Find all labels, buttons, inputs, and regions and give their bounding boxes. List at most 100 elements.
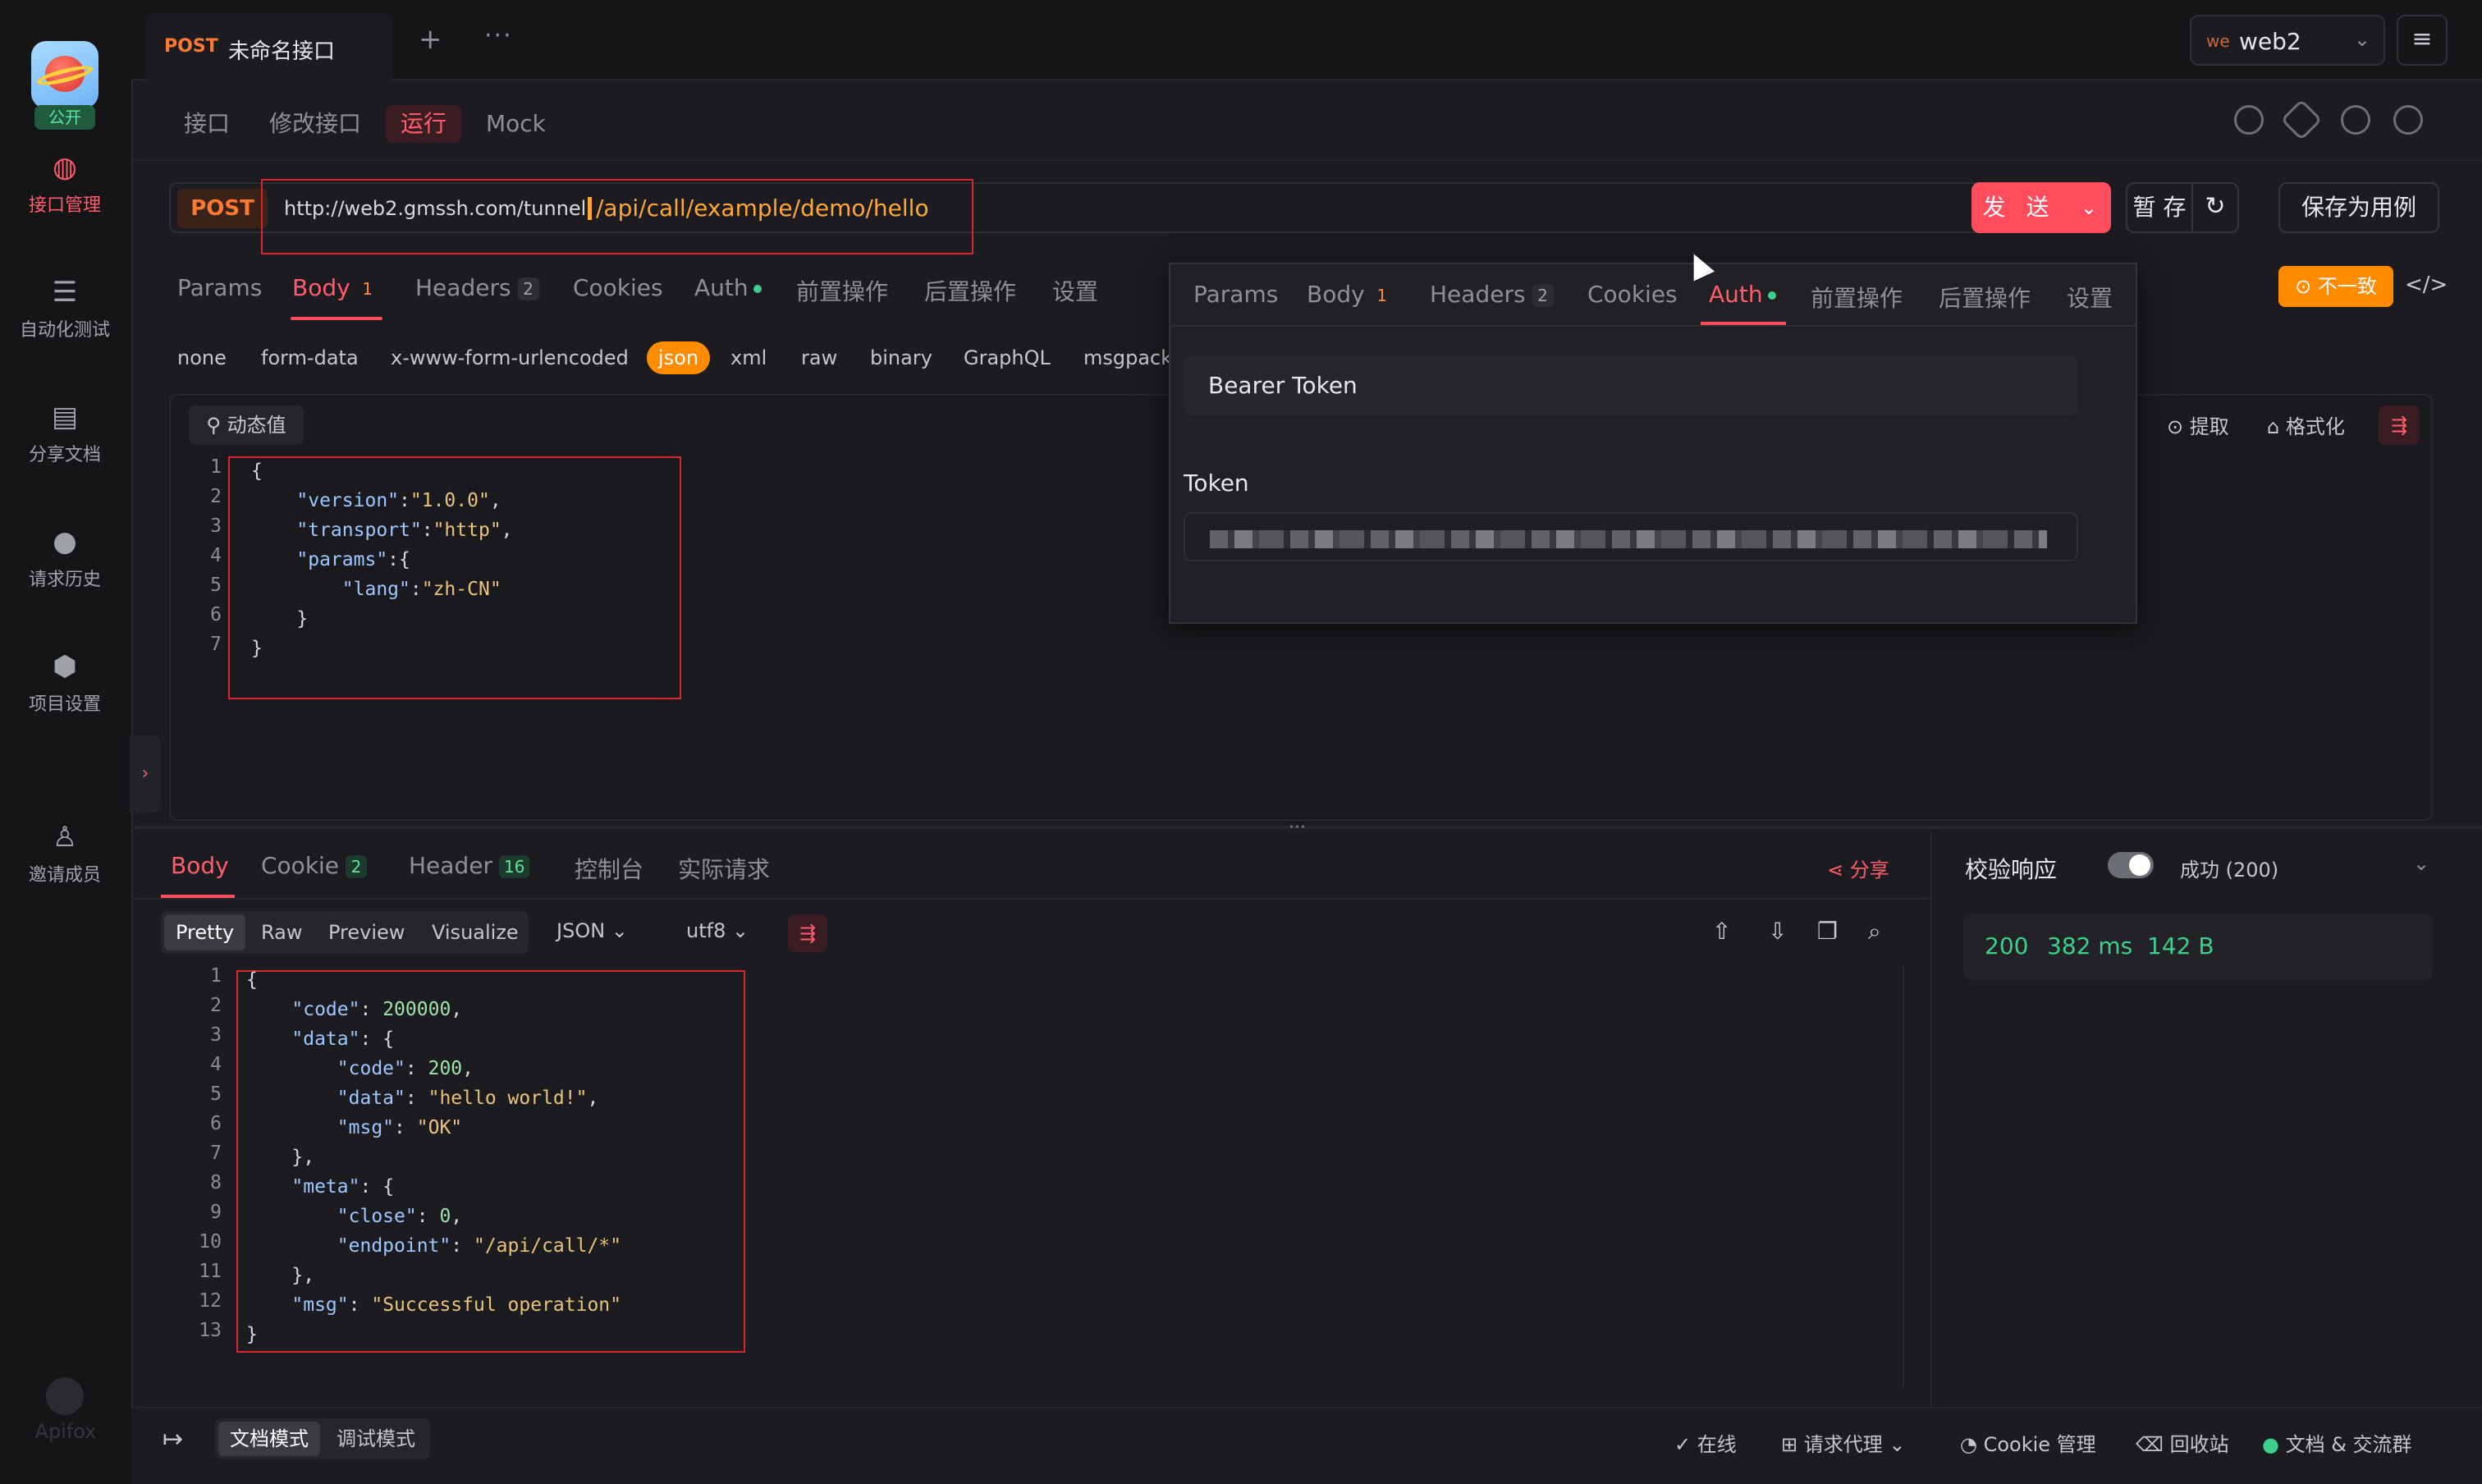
dynamic-value-button[interactable]: ⚲ 动态值 (189, 405, 304, 445)
subtab-interface[interactable]: 接口 (169, 105, 245, 143)
splitter-handle-icon[interactable]: ··· (1289, 818, 1306, 838)
body-type-raw[interactable]: raw (790, 341, 849, 374)
req-tab-cookies[interactable]: Cookies (573, 274, 663, 301)
line-number: 2 (210, 995, 222, 1016)
send-button[interactable]: 发 送 (1971, 182, 2067, 233)
line-number: 3 (210, 1024, 222, 1046)
req-tab-pre-processors[interactable]: 前置操作 (796, 274, 888, 307)
word-wrap-icon[interactable]: ⇶ (788, 914, 827, 952)
popover-tab-body[interactable]: Body 1 (1307, 281, 1393, 308)
auth-type-select[interactable]: Bearer Token (1184, 356, 2078, 415)
trash-bin[interactable]: ⌫ 回收站 (2136, 1428, 2229, 1457)
mismatch-badge[interactable]: ⊙ 不一致 (2278, 266, 2393, 307)
settings-tool-icon[interactable] (2393, 105, 2423, 135)
copy-icon[interactable]: ❐ (1817, 918, 1838, 945)
environment-select[interactable]: we web2 ⌄ (2190, 15, 2385, 66)
req-tab-post-processors[interactable]: 后置操作 (924, 274, 1016, 307)
code-line: "close": 0, (337, 1206, 463, 1227)
history-tool-icon[interactable] (2234, 105, 2264, 135)
code-view-icon[interactable]: </> (2405, 273, 2448, 297)
req-tab-label: 后置操作 (924, 278, 1017, 305)
new-tab-icon[interactable]: + (419, 23, 442, 56)
reset-icon[interactable]: ↻ (2191, 182, 2239, 233)
response-time: 382 ms (2047, 932, 2133, 960)
token-input[interactable] (1184, 512, 2078, 561)
send-dropdown-icon[interactable]: ⌄ (2067, 182, 2111, 233)
sidebar-item-api-management[interactable]: ◍ 接口管理 (0, 153, 130, 217)
document-tab[interactable]: POST 未命名接口 (146, 13, 392, 80)
code-line: "params":{ (296, 549, 410, 570)
body-type-urlencoded[interactable]: x-www-form-urlencoded (379, 341, 640, 374)
popover-tab-cookies[interactable]: Cookies (1587, 281, 1678, 308)
docs-community[interactable]: ● 文档 & 交流群 (2262, 1428, 2412, 1457)
expand-sidebar-icon[interactable]: › (130, 735, 161, 813)
download-icon[interactable]: ⇩ (1768, 918, 1787, 945)
body-type-binary[interactable]: binary (859, 341, 944, 374)
search-icon[interactable]: ⌕ (1868, 918, 1881, 946)
popover-tab-settings[interactable]: 设置 (2067, 281, 2113, 314)
sidebar-item-history[interactable]: ● 请求历史 (0, 527, 130, 591)
popover-tab-params[interactable]: Params (1193, 281, 1278, 308)
url-path-input[interactable]: /api/call/example/demo/hello (596, 186, 929, 231)
req-tab-settings[interactable]: 设置 (1052, 274, 1098, 307)
code-line: "lang":"zh-CN" (341, 579, 501, 600)
language-select[interactable]: JSON ⌄ (556, 919, 628, 942)
code-line: } (251, 638, 263, 659)
verify-response-toggle[interactable] (2108, 852, 2154, 878)
share-button[interactable]: ⋖ 分享 (1827, 854, 1889, 882)
proxy-select[interactable]: ⊞ 请求代理 ⌄ (1781, 1428, 1906, 1457)
menu-icon[interactable]: ≡ (2397, 15, 2448, 66)
req-tab-body[interactable]: Body 1 (292, 274, 378, 301)
body-type-none[interactable]: none (166, 341, 238, 374)
body-type-msgpack[interactable]: msgpack (1072, 341, 1184, 374)
collapse-icon[interactable]: ↦ (163, 1425, 183, 1454)
resp-tab-actual-request[interactable]: 实际请求 (678, 852, 770, 885)
online-status[interactable]: ✓ 在线 (1674, 1428, 1737, 1457)
sidebar-item-automation-test[interactable]: ☰ 自动化测试 (0, 277, 130, 341)
share-tool-icon[interactable] (2341, 105, 2370, 135)
encoding-select[interactable]: utf8 ⌄ (686, 919, 749, 942)
subtab-run[interactable]: 运行 (386, 105, 462, 143)
extract-button[interactable]: ⊙ 提取 (2167, 410, 2229, 439)
save-as-case-button[interactable]: 保存为用例 (2278, 182, 2439, 233)
mode-doc[interactable]: 文档模式 (218, 1422, 320, 1456)
resp-tab-body[interactable]: Body (171, 852, 229, 879)
panel-splitter[interactable] (131, 826, 2482, 829)
format-raw[interactable]: Raw (250, 914, 314, 950)
env-prefix: we (2206, 31, 2230, 51)
resp-tab-cookie[interactable]: Cookie 2 (261, 852, 368, 879)
body-type-form-data[interactable]: form-data (250, 341, 370, 374)
line-number: 6 (210, 1113, 222, 1134)
project-logo[interactable] (31, 41, 98, 108)
format-preview[interactable]: Preview (317, 914, 416, 950)
sidebar-item-invite-member[interactable]: ♙ 邀请成员 (0, 822, 130, 886)
resp-tab-console[interactable]: 控制台 (575, 852, 643, 885)
chevron-down-icon[interactable]: ⌄ (2413, 852, 2429, 875)
req-tab-auth[interactable]: Auth (694, 274, 762, 301)
popover-tab-headers[interactable]: Headers 2 (1430, 281, 1554, 308)
more-tabs-icon[interactable]: ··· (484, 21, 513, 50)
popover-tab-pre[interactable]: 前置操作 (1811, 281, 1903, 314)
subtab-mock[interactable]: Mock (471, 105, 561, 143)
req-tab-headers[interactable]: Headers 2 (415, 274, 539, 301)
subtab-edit-interface[interactable]: 修改接口 (254, 105, 376, 143)
upload-icon[interactable]: ⇧ (1712, 918, 1731, 945)
body-type-json[interactable]: json (647, 341, 711, 374)
body-type-graphql[interactable]: GraphQL (952, 341, 1062, 374)
stage-button[interactable]: 暂 存 (2126, 182, 2193, 233)
format-visualize[interactable]: Visualize (420, 914, 530, 950)
format-button[interactable]: ⌂ 格式化 (2267, 410, 2345, 439)
word-wrap-icon[interactable]: ⇶ (2379, 405, 2420, 445)
sidebar-item-share-doc[interactable]: ▤ 分享文档 (0, 402, 130, 466)
cookie-manager[interactable]: ◔ Cookie 管理 (1960, 1428, 2096, 1457)
count-badge: 1 (362, 279, 373, 299)
req-tab-params[interactable]: Params (177, 274, 262, 301)
popover-tab-auth[interactable]: Auth (1709, 281, 1776, 308)
mode-debug[interactable]: 调试模式 (325, 1422, 427, 1456)
sidebar-item-project-settings[interactable]: ⬢ 项目设置 (0, 652, 130, 716)
method-select[interactable]: POST (177, 189, 268, 228)
body-type-xml[interactable]: xml (719, 341, 778, 374)
popover-tab-post[interactable]: 后置操作 (1939, 281, 2031, 314)
resp-tab-header[interactable]: Header 16 (409, 852, 530, 879)
format-pretty[interactable]: Pretty (164, 914, 246, 950)
